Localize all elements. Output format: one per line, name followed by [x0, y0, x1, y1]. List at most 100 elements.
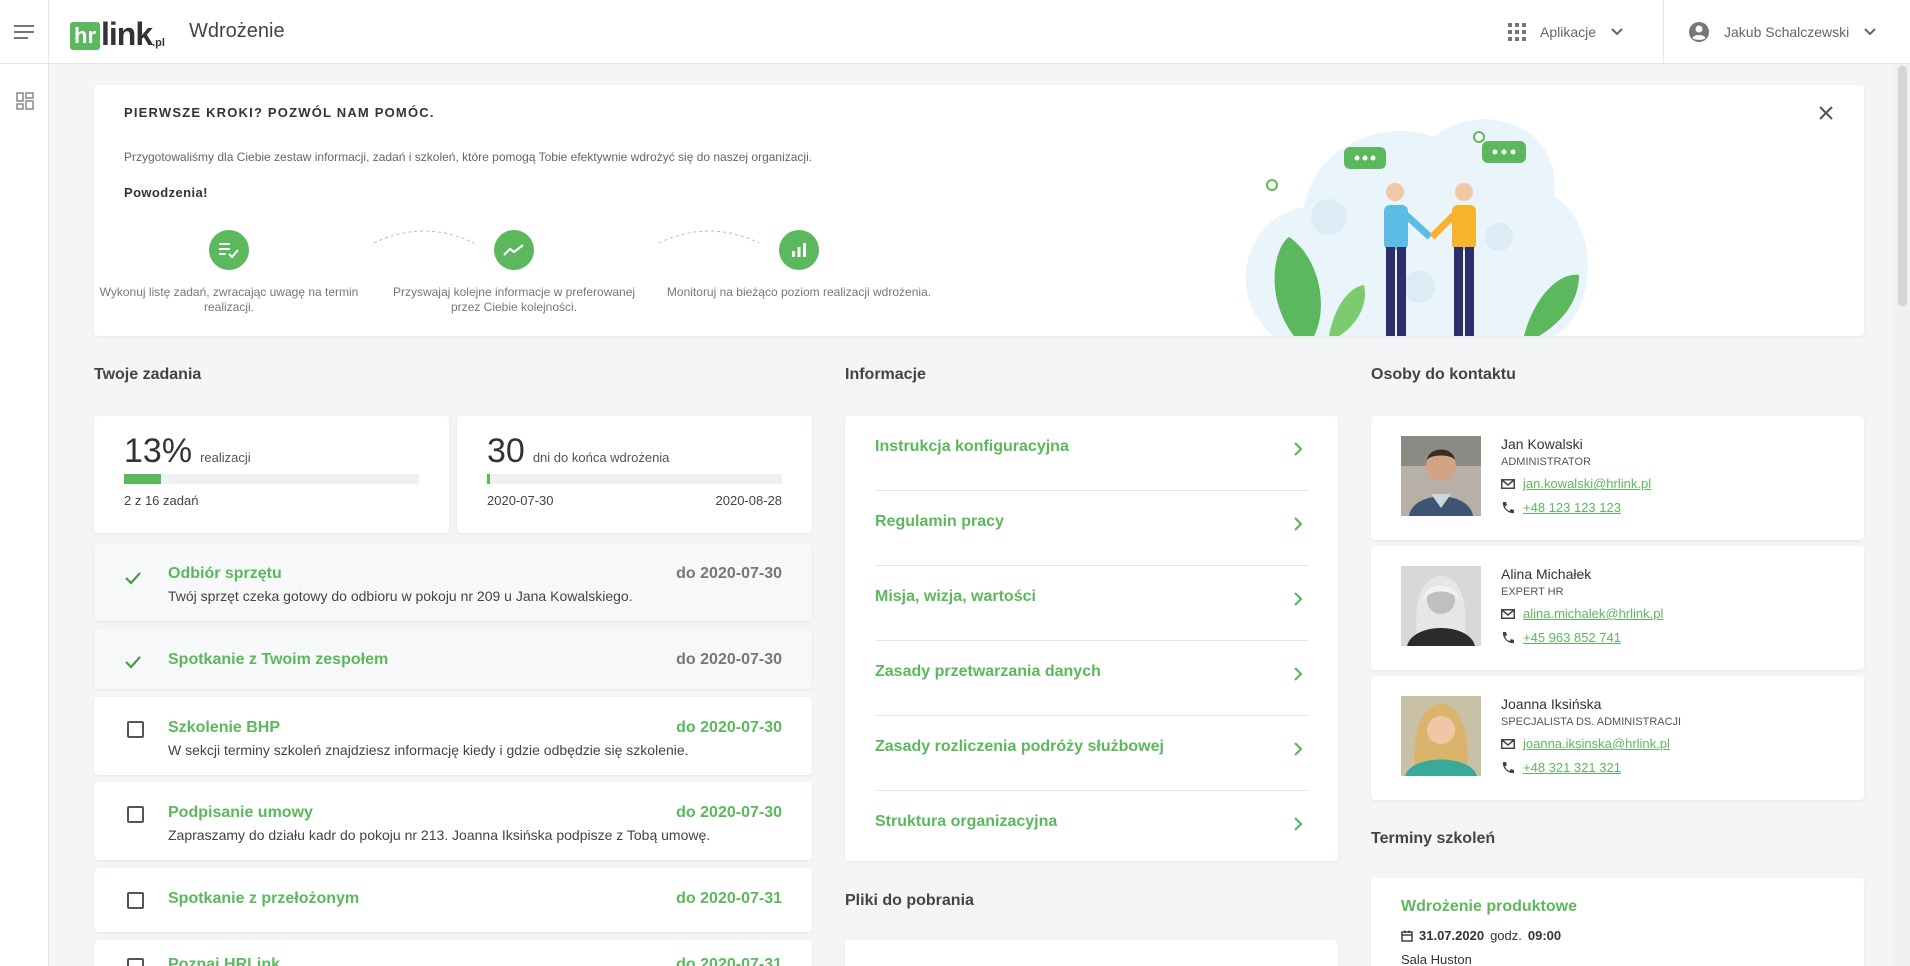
close-icon[interactable]: [1818, 105, 1834, 121]
task-title: Spotkanie z przełożonym: [168, 890, 360, 907]
welcome-heading: PIERWSZE KROKI? POZWÓL NAM POMÓC.: [124, 105, 435, 120]
training-room: Sala Huston: [1401, 952, 1472, 966]
calendar-icon: [1401, 930, 1413, 942]
mail-icon: [1501, 608, 1515, 619]
contact-card-jan-kowalski: Jan Kowalski ADMINISTRATOR jan.kowalski@…: [1371, 416, 1864, 540]
days-remaining-card: 30 dni do końca wdrożenia 2020-07-30 202…: [457, 416, 812, 533]
info-item-label: Regulamin pracy: [875, 513, 1004, 530]
task-checkbox[interactable]: [127, 806, 144, 823]
info-item-work-rules[interactable]: Regulamin pracy: [875, 491, 1309, 566]
days-bar: [487, 474, 782, 484]
end-date: 2020-08-28: [715, 493, 783, 508]
task-item-manager-meeting[interactable]: Spotkanie z przełożonym do 2020-07-31: [94, 868, 812, 932]
training-time: 09:00: [1527, 928, 1562, 943]
task-title: Podpisanie umowy: [168, 804, 313, 821]
info-item-business-travel[interactable]: Zasady rozliczenia podróży służbowej: [875, 716, 1309, 791]
task-due-date: do 2020-07-31: [676, 890, 782, 907]
logo-link: link: [101, 16, 153, 52]
task-due-date: do 2020-07-30: [676, 804, 782, 821]
contact-phone-link[interactable]: +45 963 852 741: [1523, 630, 1621, 645]
user-name: Jakub Schalczewski: [1724, 24, 1850, 40]
task-title: Szkolenie BHP: [168, 719, 281, 736]
training-card[interactable]: Wdrożenie produktowe 31.07.2020 godz. 09…: [1371, 878, 1864, 966]
apps-grid-icon: [1508, 23, 1526, 41]
avatar: [1401, 436, 1481, 516]
task-item-team-meeting[interactable]: Spotkanie z Twoim zespołem do 2020-07-30: [94, 629, 812, 689]
apps-menu-button[interactable]: Aplikacje: [1508, 0, 1624, 64]
mail-icon: [1501, 478, 1515, 489]
contact-card-alina-michalek: Alina Michałek EXPERT HR alina.michalek@…: [1371, 546, 1864, 670]
contact-phone-row: +48 321 321 321: [1501, 760, 1621, 775]
info-item-configuration[interactable]: Instrukcja konfiguracyjna: [875, 416, 1309, 491]
contact-phone-link[interactable]: +48 321 321 321: [1523, 760, 1621, 775]
progress-percent: 13%: [124, 432, 193, 470]
hamburger-icon: [14, 25, 34, 39]
welcome-step-3: Monitoruj na bieżąco poziom realizacji w…: [664, 230, 934, 300]
files-card: [845, 940, 1338, 966]
task-description: Zapraszamy do działu kadr do pokoju nr 2…: [168, 827, 711, 843]
dashboard-nav-button[interactable]: [0, 86, 49, 116]
task-item-bhp-training[interactable]: Szkolenie BHP W sekcji terminy szkoleń z…: [94, 697, 812, 775]
bar-chart-icon: [779, 230, 819, 270]
task-item-equipment[interactable]: Odbiór sprzętu Twój sprzęt czeka gotowy …: [94, 543, 812, 621]
contact-role: EXPERT HR: [1501, 586, 1564, 598]
page-title: Wdrożenie: [189, 20, 285, 42]
contact-name: Jan Kowalski: [1501, 436, 1583, 452]
chevron-right-icon: [1294, 742, 1303, 756]
contact-email-row: joanna.iksinska@hrlink.pl: [1501, 736, 1670, 751]
task-item-contract[interactable]: Podpisanie umowy Zapraszamy do działu ka…: [94, 782, 812, 860]
checkmark-icon: [125, 656, 141, 669]
task-title: Odbiór sprzętu: [168, 565, 282, 582]
checkmark-icon: [125, 572, 141, 585]
info-item-data-processing[interactable]: Zasady przetwarzania danych: [875, 641, 1309, 716]
user-menu-button[interactable]: Jakub Schalczewski: [1688, 0, 1877, 64]
welcome-step-text: Przyswajaj kolejne informacje w preferow…: [392, 285, 636, 314]
task-checkbox[interactable]: [127, 958, 144, 966]
welcome-step-text: Monitoruj na bieżąco poziom realizacji w…: [666, 285, 932, 299]
task-due-date: do 2020-07-30: [676, 565, 782, 582]
contact-email-link[interactable]: alina.michalek@hrlink.pl: [1523, 606, 1663, 621]
info-item-org-structure[interactable]: Struktura organizacyjna: [875, 791, 1309, 866]
contact-email-link[interactable]: joanna.iksinska@hrlink.pl: [1523, 736, 1670, 751]
top-bar: hr link .pl Wdrożenie Aplikacje Jakub Sc…: [0, 0, 1910, 64]
trainings-section-title: Terminy szkoleń: [1371, 830, 1496, 847]
page-scrollbar-thumb[interactable]: [1898, 66, 1907, 306]
info-item-mission[interactable]: Misja, wizja, wartości: [875, 566, 1309, 641]
contact-phone-link[interactable]: +48 123 123 123: [1523, 500, 1621, 515]
days-remaining-label: dni do końca wdrożenia: [532, 450, 670, 465]
welcome-description: Przygotowaliśmy dla Ciebie zestaw inform…: [124, 150, 813, 164]
days-remaining-number: 30: [487, 432, 525, 470]
chevron-down-icon: [1611, 28, 1623, 36]
logo-hr: hr: [70, 22, 100, 50]
contact-name: Joanna Iksińska: [1501, 696, 1602, 712]
files-section-title: Pliki do pobrania: [845, 892, 974, 909]
avatar: [1401, 566, 1481, 646]
contact-email-link[interactable]: jan.kowalski@hrlink.pl: [1523, 476, 1651, 491]
contact-name: Alina Michałek: [1501, 566, 1592, 582]
info-item-label: Zasady rozliczenia podróży służbowej: [875, 738, 1164, 755]
welcome-step-2: Przyswajaj kolejne informacje w preferow…: [379, 230, 649, 315]
hamburger-menu-button[interactable]: [0, 0, 49, 64]
training-datetime: 31.07.2020 godz. 09:00: [1401, 928, 1561, 943]
task-description: W sekcji terminy szkoleń znajdziesz info…: [168, 742, 689, 758]
days-bar-fill: [487, 474, 490, 484]
task-checkbox[interactable]: [127, 721, 144, 738]
progress-bar-fill: [124, 474, 161, 484]
start-date: 2020-07-30: [487, 493, 554, 508]
training-time-label: godz.: [1490, 928, 1522, 943]
chevron-right-icon: [1294, 517, 1303, 531]
task-due-date: do 2020-07-30: [676, 719, 782, 736]
progress-card: 13% realizacji 2 z 16 zadań: [94, 416, 449, 533]
trend-icon: [494, 230, 534, 270]
chevron-down-icon: [1864, 28, 1876, 36]
phone-icon: [1502, 631, 1514, 643]
mail-icon: [1501, 738, 1515, 749]
task-checkbox[interactable]: [127, 892, 144, 909]
progress-count: 2 z 16 zadań: [124, 493, 199, 508]
hrlink-logo[interactable]: hr link .pl: [70, 16, 165, 50]
chevron-right-icon: [1294, 592, 1303, 606]
task-title: Poznaj HRLink: [168, 956, 281, 966]
task-item-hrlink[interactable]: Poznaj HRLink do 2020-07-31: [94, 940, 812, 966]
contact-role: SPECJALISTA DS. ADMINISTRACJI: [1501, 716, 1682, 728]
dashboard-icon: [15, 92, 34, 110]
